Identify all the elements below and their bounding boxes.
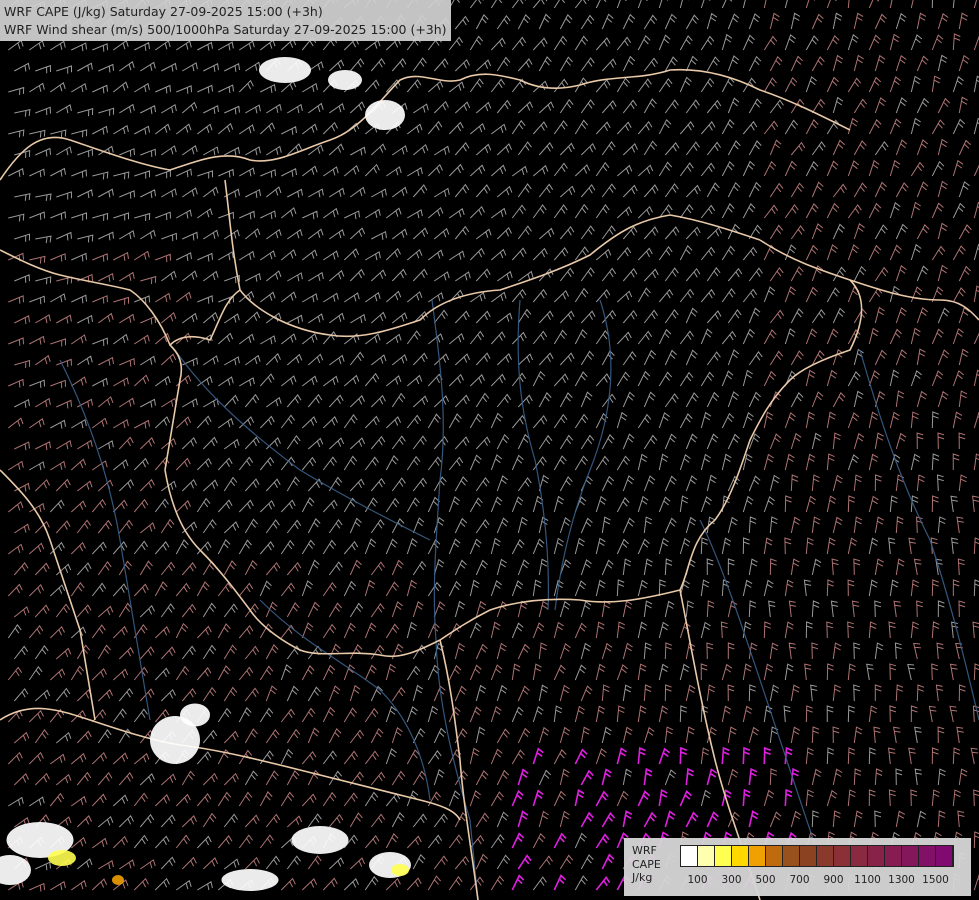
map-background bbox=[0, 0, 979, 900]
legend-swatch bbox=[732, 846, 749, 866]
legend-tick-label: 300 bbox=[721, 874, 742, 886]
cape-patch bbox=[48, 850, 76, 866]
legend-swatch bbox=[868, 846, 885, 866]
cape-patch bbox=[291, 826, 349, 854]
legend-swatch bbox=[766, 846, 783, 866]
legend-tick-label: 500 bbox=[755, 874, 776, 886]
map-canvas[interactable]: WRF CAPE (J/kg) Saturday 27-09-2025 15:0… bbox=[0, 0, 979, 900]
wind-shear-title: WRF Wind shear (m/s) 500/1000hPa Saturda… bbox=[4, 22, 447, 37]
cape-patch bbox=[391, 864, 409, 876]
legend-swatch bbox=[783, 846, 800, 866]
legend-tick-label: 900 bbox=[823, 874, 844, 886]
legend-swatch bbox=[919, 846, 936, 866]
legend-swatch bbox=[902, 846, 919, 866]
legend-tick-label: 1100 bbox=[854, 874, 881, 886]
legend-swatch bbox=[851, 846, 868, 866]
legend-model-label: WRF bbox=[632, 844, 657, 857]
legend-tick-labels: 100 300 500 700 900 1100 1300 1500 bbox=[680, 874, 979, 888]
legend-swatch bbox=[698, 846, 715, 866]
legend-tick-label: 1500 bbox=[922, 874, 949, 886]
cape-patch bbox=[180, 703, 210, 727]
cape-patch bbox=[328, 70, 362, 90]
cape-patch bbox=[365, 100, 405, 130]
legend-color-scale bbox=[680, 845, 954, 867]
legend-swatch bbox=[681, 846, 698, 866]
legend-tick-label: 100 bbox=[687, 874, 708, 886]
cape-legend: WRF CAPE J/kg 100 300 500 700 900 1100 1300 150… bbox=[624, 838, 971, 896]
legend-title: WRF CAPE J/kg bbox=[632, 844, 661, 885]
cape-patch bbox=[221, 869, 279, 891]
legend-tick-label: 700 bbox=[789, 874, 810, 886]
legend-tick-label: 1300 bbox=[888, 874, 915, 886]
legend-swatch bbox=[749, 846, 766, 866]
legend-variable-label: CAPE bbox=[632, 857, 661, 871]
legend-swatch bbox=[885, 846, 902, 866]
legend-swatch bbox=[817, 846, 834, 866]
cape-patch bbox=[112, 875, 124, 885]
cape-title: WRF CAPE (J/kg) Saturday 27-09-2025 15:0… bbox=[4, 4, 323, 19]
legend-swatch bbox=[936, 846, 953, 866]
map-title-box: WRF CAPE (J/kg) Saturday 27-09-2025 15:0… bbox=[0, 0, 451, 41]
legend-swatch bbox=[800, 846, 817, 866]
cape-patch bbox=[259, 57, 311, 83]
wind-shear-map bbox=[0, 0, 979, 900]
legend-swatch bbox=[715, 846, 732, 866]
legend-unit-label: J/kg bbox=[632, 871, 653, 884]
legend-swatch bbox=[834, 846, 851, 866]
